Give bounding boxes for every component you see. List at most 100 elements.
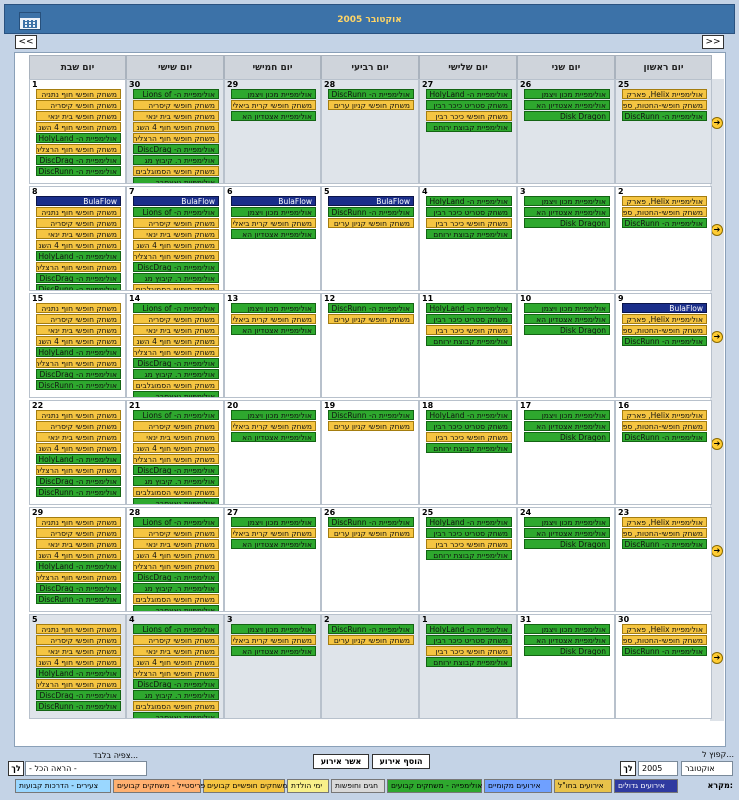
event-item[interactable]: משחק חופשי קיסריה [133,218,219,228]
event-item[interactable]: משחק חופשי חוף נתניה [36,517,121,527]
event-item[interactable]: אולימפיית ה- DiscRunn [622,218,707,228]
event-item[interactable]: משחק חופשי קיסריה [36,314,121,324]
day-cell[interactable]: 9BulaFlowאולימפיית Helix, פארקמשחק חופשי… [615,293,712,398]
event-item[interactable]: אולימפיית Helix, פארק [622,517,707,527]
week-view-arrow-icon[interactable]: ➔ [711,117,723,129]
event-item[interactable]: משחק חופשי חוף הרצליה [133,454,219,464]
day-cell[interactable]: 19אולימפיית ה- DiscRunnמשחק חופשי קניון … [321,400,419,505]
event-item[interactable]: משחק סטריט כיכר רבין [426,528,512,538]
event-item[interactable]: משחק חופשי קרית ביאליק [231,635,316,645]
event-item[interactable]: משחק חופשי בית ינאי [133,325,219,335]
day-cell[interactable]: 30אולימפיית Helix, פארקמשחק חופשי-החטות,… [615,614,712,719]
event-item[interactable]: אולימפיית אצטדיון הא [524,635,610,645]
event-item[interactable]: משחק חופשי-החטות, ספור [622,207,707,217]
event-item[interactable]: משחק חופשי קיסריה [36,528,121,538]
day-cell[interactable]: 24אולימפיית מכון ויצמןאולימפיית אצטדיון … [517,507,615,612]
event-item[interactable]: אולימפיית אצטדיון הא [231,432,316,442]
event-item[interactable]: משחק חופשי חוף נתניה [36,89,121,99]
day-number[interactable]: 4 [420,187,516,196]
event-item[interactable]: אולימפיית ר. קיבוץ מג [133,583,219,593]
event-item[interactable]: משחק חופשי כיכר רבין [426,432,512,442]
day-number[interactable]: 21 [127,401,223,410]
event-item[interactable]: אולימפיית ר. קיבוץ מג [133,369,219,379]
event-item[interactable]: משחק חופשי קיסריה [133,528,219,538]
day-number[interactable]: 2 [322,615,418,624]
event-item[interactable]: אולימפיית גאצסבר [133,712,219,718]
day-cell[interactable]: 8BulaFlowמשחק חופשי חוף נתניהמשחק חופשי … [29,186,126,291]
event-item[interactable]: אולימפיית קבוצת ירוחם [426,657,512,667]
day-cell[interactable]: 29משחק חופשי חוף נתניהמשחק חופשי קיסריה מ… [29,507,126,612]
event-item[interactable]: משחק חופשי הסמוגלבים [133,487,219,497]
day-number[interactable]: 17 [518,401,614,410]
event-item[interactable]: אולימפיית ה- DiscRunn [36,701,121,711]
event-item[interactable]: משחק חופשי חוף 4 השנ [133,336,219,346]
legend-item[interactable]: אירועים מקומיים [484,779,552,793]
event-item[interactable]: משחק חופשי-החטות, ספור [622,528,707,538]
day-cell[interactable]: 26אולימפיית מכון ויצמןאולימפיית אצטדיון … [517,79,615,184]
day-number[interactable]: 9 [616,294,711,303]
day-number[interactable]: 16 [616,401,711,410]
event-item[interactable]: אולימפיית מכון ויצמן [231,89,316,99]
day-number[interactable]: 5 [322,187,418,196]
event-item[interactable]: אולימפיית קבוצת ירוחם [426,443,512,453]
day-cell[interactable]: 13אולימפיית מכון ויצמןמשחק חופשי קרית בי… [224,293,321,398]
day-number[interactable]: 27 [420,80,516,89]
event-item[interactable]: אולימפיית מכון ויצמן [231,207,316,217]
event-item[interactable]: משחק חופשי חוף 4 השנ [36,122,121,132]
event-item[interactable]: אולימפיית ה- Lions of [133,207,219,217]
event-item[interactable]: אולימפיית גאצסבר [133,605,219,611]
event-item[interactable]: משחק חופשי קרית ביאליק [231,421,316,431]
day-number[interactable]: 3 [225,615,320,624]
event-item[interactable]: אולימפיית מכון ויצמן [231,517,316,527]
day-cell[interactable]: 3אולימפיית מכון ויצמןאולימפיית אצטדיון ה… [517,186,615,291]
event-item[interactable]: משחק חופשי חוף 4 השנ [133,443,219,453]
day-number[interactable]: 29 [30,508,125,517]
event-item[interactable]: אולימפיית ה- DiscRunn [328,517,414,527]
event-item[interactable]: משחק חופשי בית ינאי [133,432,219,442]
day-number[interactable]: 4 [127,615,223,624]
day-cell[interactable]: 25אולימפיית ה- HolyLandמשחק סטריט כיכר ר… [419,507,517,612]
day-cell[interactable]: 5BulaFlowאולימפיית ה- DiscRunnמשחק חופשי… [321,186,419,291]
day-number[interactable]: 7 [127,187,223,196]
event-item[interactable]: אולימפיית ה- Lions of [133,303,219,313]
event-item[interactable]: משחק חופשי חוף נתניה [36,410,121,420]
event-item[interactable]: משחק חופשי חוף הרצליה [36,572,121,582]
event-item[interactable]: משחק חופשי חוף 4 השנ [36,443,121,453]
event-item[interactable]: אולימפיית ה- HolyLand [426,517,512,527]
event-item[interactable]: אולימפיית Helix, פארק [622,624,707,634]
day-cell[interactable]: 27אולימפיית מכון ויצמןמשחק חופשי קרית בי… [224,507,321,612]
event-item[interactable]: אולימפיית קבוצת ירוחם [426,229,512,239]
event-item[interactable]: משחק חופשי הסמוגלבים [133,284,219,290]
event-item[interactable]: משחק חופשי הסמוגלבים [133,594,219,604]
year-select[interactable]: 2005 [638,761,678,776]
event-item[interactable]: משחק חופשי קיסריה [36,635,121,645]
event-item[interactable]: משחק חופשי בית ינאי [36,646,121,656]
day-cell[interactable]: 18אולימפיית ה- HolyLandמשחק סטריט כיכר ר… [419,400,517,505]
event-item[interactable]: משחק חופשי קניון ערים [328,218,414,228]
event-item[interactable]: משחק חופשי חוף 4 השנ [133,550,219,560]
event-item[interactable]: אולימפיית ה- DiscRunn [328,303,414,313]
event-item[interactable]: אולימפיית ה- DiscDrag [133,679,219,689]
event-item[interactable]: משחק חופשי חוף הרצליה [36,679,121,689]
event-item[interactable]: Disk Dragon [524,432,610,442]
event-item[interactable]: משחק חופשי קיסריה [36,218,121,228]
event-item[interactable]: משחק חופשי-החטות, ספור [622,421,707,431]
event-item[interactable]: אולימפיית ה- DiscRunn [622,336,707,346]
event-item[interactable]: משחק חופשי חוף הרצליה [133,251,219,261]
day-number[interactable]: 25 [420,508,516,517]
event-item[interactable]: אולימפיית ה- DiscRunn [36,380,121,390]
event-item[interactable]: אולימפיית גאצסבר [133,177,219,183]
event-item[interactable]: אולימפיית Helix, פארק [622,89,707,99]
event-item[interactable]: Disk Dragon [524,539,610,549]
day-number[interactable]: 28 [127,508,223,517]
event-item[interactable]: אולימפיית ה- DiscRunn [36,284,121,290]
event-item[interactable]: משחק חופשי הסמוגלבים [133,380,219,390]
event-item[interactable]: אולימפיית מכון ויצמן [524,624,610,634]
day-cell[interactable]: 17אולימפיית מכון ויצמןאולימפיית אצטדיון … [517,400,615,505]
event-item[interactable]: BulaFlow [36,196,121,206]
event-item[interactable]: אולימפיית ה- HolyLand [426,410,512,420]
day-number[interactable]: 20 [225,401,320,410]
day-cell[interactable]: 1משחק חופשי חוף נתניהמשחק חופשי קיסריהמש… [29,79,126,184]
event-item[interactable]: משחק חופשי חוף 4 השנ [36,336,121,346]
event-item[interactable]: משחק חופשי כיכר רבין [426,218,512,228]
